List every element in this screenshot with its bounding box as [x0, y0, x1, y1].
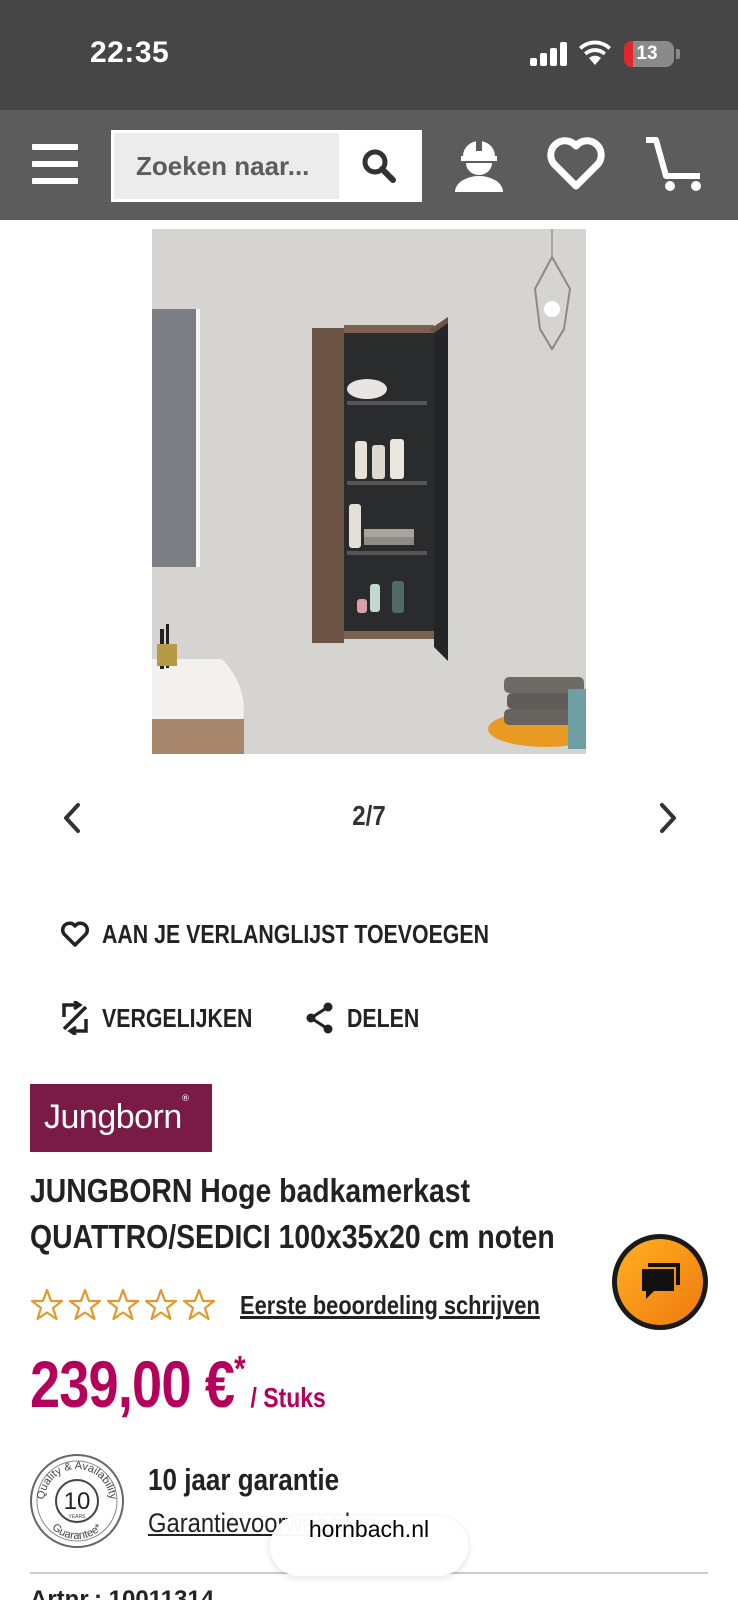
price-unit: / Stuks — [250, 1382, 326, 1413]
search-box — [111, 130, 422, 202]
guarantee-title: 10 jaar garantie — [148, 1462, 340, 1497]
search-input[interactable] — [114, 133, 342, 199]
menu-icon[interactable] — [32, 144, 78, 184]
product-photo — [152, 229, 586, 754]
chevron-left-icon[interactable] — [56, 800, 88, 836]
price-footnote-marker: * — [234, 1348, 246, 1389]
chat-button[interactable] — [612, 1234, 708, 1330]
chat-icon — [642, 1263, 680, 1299]
share-label: DELEN — [347, 1002, 420, 1033]
search-button[interactable] — [339, 133, 419, 199]
brand-logo[interactable]: Jungborn ® — [30, 1084, 212, 1152]
star-outline-icon — [144, 1288, 178, 1321]
star-outline-icon — [106, 1288, 140, 1321]
compare-button[interactable]: VERGELIJKEN — [60, 1001, 286, 1035]
share-button[interactable]: DELEN — [305, 1001, 435, 1035]
battery-tip — [676, 49, 680, 59]
status-bar: 22:35 13 — [0, 0, 738, 110]
brand-name: Jungborn — [44, 1098, 182, 1136]
status-time: 22:35 — [90, 36, 170, 69]
wishlist-heart-icon[interactable] — [546, 134, 606, 194]
site-header — [0, 110, 738, 220]
add-to-wishlist-button[interactable]: AAN JE VERLANGLIJST TOEVOEGEN — [60, 919, 574, 950]
share-icon — [306, 1002, 333, 1034]
compare-icon — [62, 1001, 88, 1035]
registered-mark: ® — [181, 1094, 190, 1104]
search-icon — [362, 149, 396, 183]
seal-years: YEARS — [69, 1514, 87, 1520]
compare-label: VERGELIJKEN — [102, 1002, 253, 1033]
product-price: 239,00 €*/ Stuks — [30, 1346, 326, 1422]
heart-outline-icon — [60, 920, 90, 947]
star-outline-icon — [30, 1288, 64, 1321]
seal-number: 10 — [64, 1488, 91, 1515]
gallery-counter: 2/7 — [352, 800, 386, 831]
star-outline-icon — [68, 1288, 102, 1321]
star-outline-icon — [182, 1288, 216, 1321]
price-amount: 239,00 € — [30, 1347, 235, 1421]
rating-stars[interactable] — [30, 1288, 216, 1322]
chevron-right-icon[interactable] — [652, 800, 684, 836]
wifi-icon — [579, 40, 611, 65]
battery-icon: 13 — [624, 41, 674, 67]
wishlist-label: AAN JE VERLANGLIJST TOEVOEGEN — [102, 919, 489, 949]
guarantee-seal-icon: Quality & Availability Guarantee* 10 YEA… — [30, 1454, 124, 1548]
signal-icon — [530, 42, 568, 66]
write-review-link[interactable]: Eerste beoordeling schrijven — [240, 1290, 540, 1321]
account-icon[interactable] — [449, 134, 509, 194]
article-number: Artnr.: 10011314 — [30, 1586, 215, 1600]
product-image[interactable] — [152, 229, 586, 754]
product-title: JUNGBORN Hoge badkamerkast QUATTRO/SEDIC… — [30, 1172, 555, 1255]
browser-url-bar[interactable]: hornbach.nl — [270, 1516, 468, 1576]
battery-level: 13 — [636, 43, 658, 64]
cart-icon[interactable] — [644, 134, 708, 194]
